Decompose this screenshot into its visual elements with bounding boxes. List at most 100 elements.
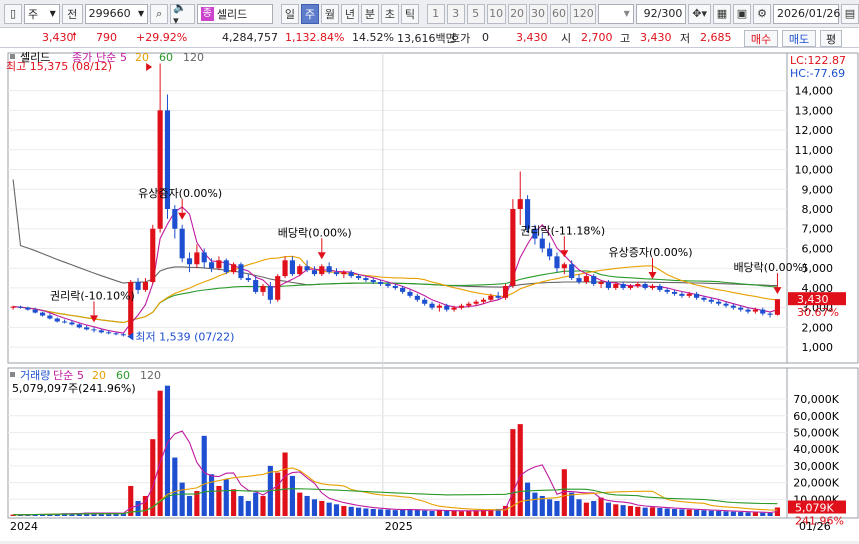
volume-bar [657, 507, 663, 516]
volume-bar [664, 508, 670, 516]
candle-body [664, 289, 670, 292]
price-tick-label: 8,000 [802, 203, 834, 216]
candle-body [98, 330, 104, 333]
event-label: 유상증자(0.00%) [138, 187, 222, 200]
period-month[interactable]: 월 [320, 3, 339, 24]
market-select[interactable]: 주 ▼ [24, 3, 60, 24]
save-icon[interactable]: ▣ [733, 3, 751, 24]
candle-body [414, 295, 420, 300]
volume-bar [282, 452, 288, 516]
market-label: 주 [28, 7, 39, 21]
interval-3[interactable]: 3 [446, 3, 465, 24]
calendar-icon[interactable]: ▤ [841, 3, 859, 24]
candle-body [730, 305, 736, 308]
trade-amount: 13,616백만 [397, 31, 456, 45]
volume-bar [436, 510, 442, 516]
volume-bar [422, 510, 428, 516]
price-legend-item: 20 [135, 51, 149, 64]
current-price: 3,430 [42, 31, 74, 44]
chart-svg[interactable]: 1,0002,0003,0004,0005,0006,0007,0008,000… [0, 48, 859, 541]
candle-body [297, 266, 303, 275]
interval-5[interactable]: 5 [466, 3, 485, 24]
quote-bar: 3,430 🠕 790 +29.92% 4,284,757 1,132.84% … [0, 28, 859, 48]
candle-body [671, 291, 678, 294]
date-input[interactable]: 2026/01/26 [773, 3, 840, 24]
interval-10[interactable]: 10 [486, 3, 506, 24]
stock-name-box[interactable]: 종 셀리드 [196, 3, 274, 24]
candle-body [627, 285, 634, 288]
volume-bar [400, 509, 406, 516]
interval-60[interactable]: 60 [549, 3, 569, 24]
candle-body [47, 315, 53, 319]
volume-bar [341, 505, 347, 516]
crosshair-icon[interactable]: ✥▾ [688, 3, 711, 24]
period-week[interactable]: 주 [300, 3, 319, 24]
window-menu-icon[interactable]: ▯ [4, 3, 22, 24]
sell-button[interactable]: 매도 [782, 30, 816, 47]
volume-bar [701, 510, 707, 516]
interval-30[interactable]: 30 [528, 3, 548, 24]
candle-body [444, 305, 450, 310]
period-tick[interactable]: 틱 [400, 3, 419, 24]
candle-body [495, 295, 501, 298]
volume-bar [333, 504, 340, 516]
custom-interval-select[interactable]: ▼ [597, 3, 634, 24]
search-icon[interactable]: ⌕ [150, 3, 169, 24]
speaker-icon[interactable]: 🔈▾ [170, 1, 195, 27]
candle-body [172, 209, 178, 229]
category-badge: 종 [200, 6, 214, 21]
price-pane-title: 셀리드 [20, 51, 50, 64]
volume-bar [458, 511, 465, 516]
volume-bar [355, 507, 362, 516]
eval-button[interactable]: 평 [820, 30, 842, 47]
chart-area[interactable]: 1,000 2,000 3,000 4,000 5,000 6,000 7,000 8,000… [0, 48, 859, 541]
stock-name: 셀리드 [216, 7, 248, 21]
open-label: 시 [561, 31, 572, 45]
count-input[interactable]: 92 /300 [635, 3, 687, 24]
prefix-button[interactable]: 전 [61, 3, 83, 24]
candle-body [69, 322, 75, 325]
volume-tick-label: 20,000K [793, 477, 839, 490]
candle-body [745, 309, 751, 312]
volume-bar [179, 482, 185, 516]
price-tick-label: 13,000 [795, 104, 834, 117]
candle-body [694, 293, 700, 298]
candle-body [275, 276, 281, 300]
interval-120[interactable]: 120 [570, 3, 596, 24]
interval-20[interactable]: 20 [507, 3, 527, 24]
min-price-label: 최저 1,539 (07/22) [135, 330, 234, 343]
candle-body [260, 285, 266, 292]
hoga-label: 호가 [450, 31, 471, 45]
volume-bar [605, 502, 611, 516]
candle-body [76, 324, 82, 328]
period-second[interactable]: 초 [380, 3, 399, 24]
high-label: 고 [620, 31, 631, 45]
candle-body [422, 299, 428, 304]
price-tag: 3,430 [797, 293, 829, 306]
volume-bar [186, 495, 193, 516]
volume-bar [414, 509, 420, 516]
period-minute[interactable]: 분 [360, 3, 379, 24]
price-tick-label: 12,000 [795, 124, 834, 137]
period-year[interactable]: 년 [340, 3, 359, 24]
volume-bar [304, 495, 310, 516]
price-tick-label: 9,000 [802, 183, 834, 196]
candle-body [135, 282, 141, 290]
settings-icon[interactable]: ⚙ [753, 3, 771, 24]
up-arrow-icon: 🠕 [72, 30, 77, 43]
price-tick-label: 1,000 [802, 341, 834, 354]
volume-bar [231, 489, 237, 516]
volume-tick-label: 30,000K [793, 460, 839, 473]
x-axis-date-label: 01/26 [799, 520, 831, 533]
volume-bar [223, 479, 229, 516]
buy-button[interactable]: 매수 [744, 30, 778, 47]
period-day[interactable]: 일 [280, 3, 299, 24]
candle-body [157, 110, 163, 229]
price-pane-frame [7, 52, 788, 364]
interval-1[interactable]: 1 [426, 3, 445, 24]
stock-code-input[interactable]: 299660 ▼ [84, 3, 149, 24]
candle-body [760, 309, 766, 314]
grid-icon[interactable]: ▦ [713, 3, 731, 24]
volume-bar [370, 508, 376, 516]
volume-legend-item: 20 [92, 369, 106, 382]
